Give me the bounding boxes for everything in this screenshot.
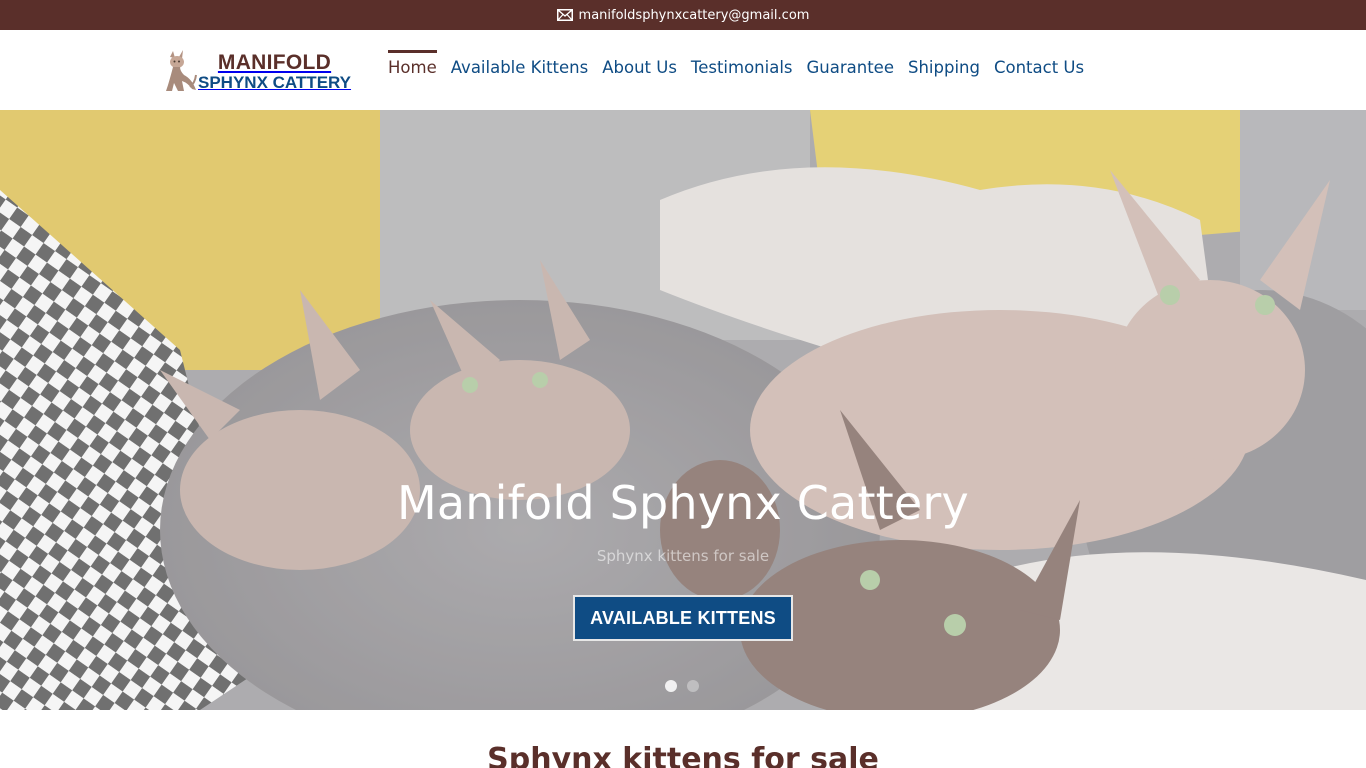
available-kittens-button[interactable]: AVAILABLE KITTENS: [573, 595, 793, 641]
hero-title: Manifold Sphynx Cattery: [397, 476, 969, 530]
nav-available-kittens[interactable]: Available Kittens: [451, 52, 588, 88]
nav-shipping[interactable]: Shipping: [908, 52, 980, 88]
hero-slider: Manifold Sphynx Cattery Sphynx kittens f…: [0, 110, 1366, 710]
nav-testimonials[interactable]: Testimonials: [691, 52, 793, 88]
hero-subtitle: Sphynx kittens for sale: [596, 547, 770, 565]
sphynx-cat-logo: [166, 50, 197, 91]
main-nav: Home Available Kittens About Us Testimon…: [388, 50, 1098, 88]
logo-text: MANIFOLD SPHYNX CATTERY: [198, 52, 351, 91]
logo-line-1: MANIFOLD: [217, 50, 332, 74]
section-title: Sphynx kittens for sale: [487, 742, 879, 768]
top-bar: manifoldsphynxcattery@gmail.com: [0, 0, 1366, 30]
slider-dots: [665, 680, 699, 692]
email-link[interactable]: manifoldsphynxcattery@gmail.com: [556, 7, 810, 23]
nav-guarantee[interactable]: Guarantee: [807, 52, 894, 88]
site-logo[interactable]: MANIFOLD SPHYNX CATTERY: [162, 48, 362, 94]
site-header: MANIFOLD SPHYNX CATTERY Home Available K…: [0, 30, 1366, 110]
nav-home[interactable]: Home: [388, 50, 437, 88]
nav-contact-us[interactable]: Contact Us: [994, 52, 1084, 88]
email-text: manifoldsphynxcattery@gmail.com: [578, 7, 810, 23]
logo-line-2: SPHYNX CATTERY: [198, 72, 352, 92]
envelope-icon: [556, 9, 573, 21]
slider-dot-2[interactable]: [687, 680, 699, 692]
nav-about-us[interactable]: About Us: [602, 52, 677, 88]
slider-dot-1[interactable]: [665, 680, 677, 692]
